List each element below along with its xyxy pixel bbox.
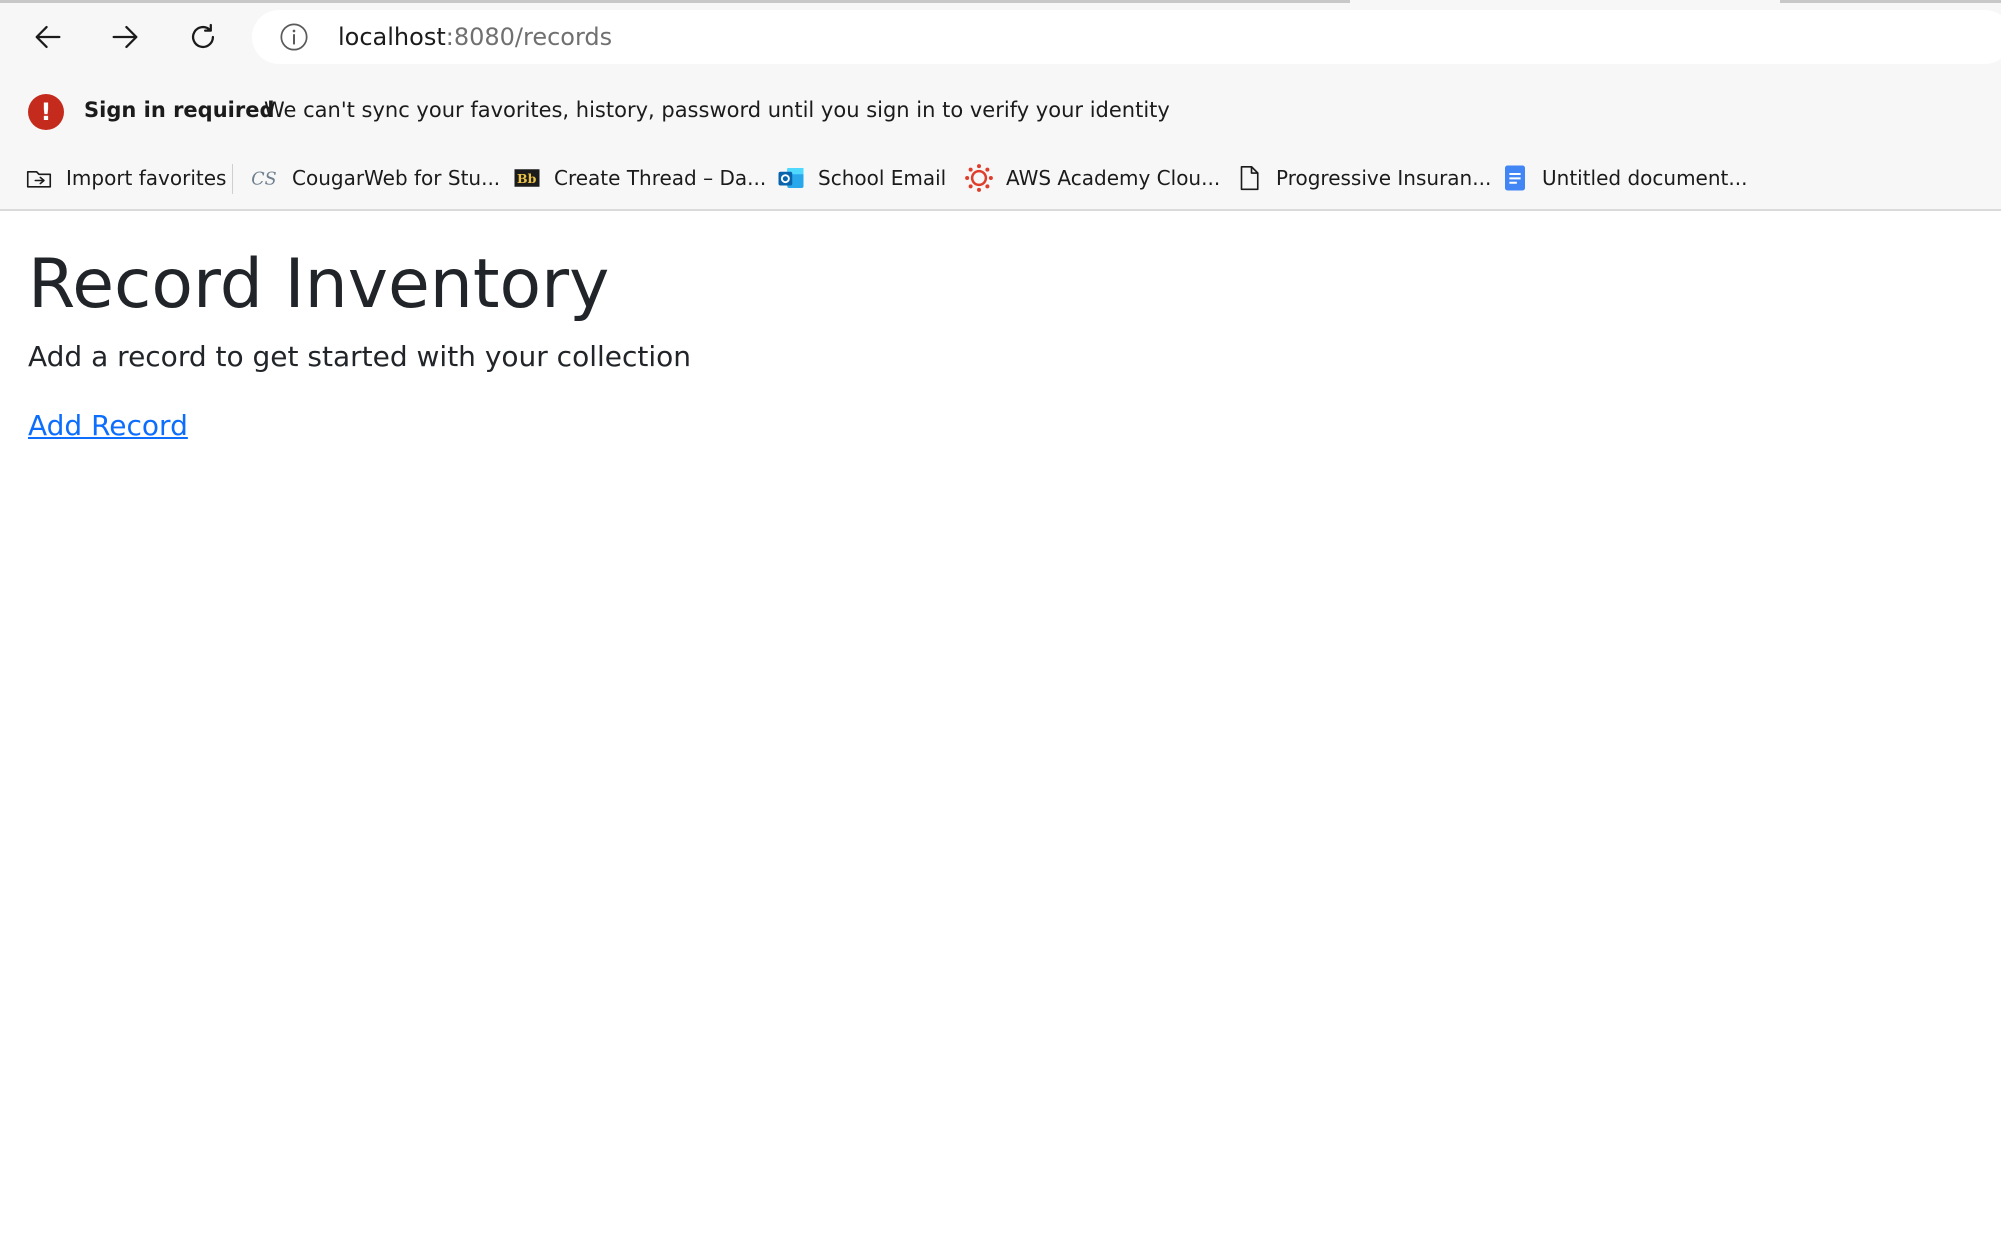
arrow-left-icon <box>35 25 61 49</box>
page-content: Record Inventory Add a record to get sta… <box>0 213 2001 1245</box>
tab-indicator <box>0 0 1350 3</box>
favorite-label: CougarWeb for Stu... <box>292 166 501 190</box>
favorites-divider <box>232 164 233 194</box>
favorite-cougarweb[interactable]: CS CougarWeb for Stu... <box>250 158 500 198</box>
page-subtitle: Add a record to get started with your co… <box>28 340 692 373</box>
infobar-title: Sign in required <box>84 98 275 122</box>
favorite-import[interactable]: Import favorites <box>24 158 226 198</box>
add-record-link[interactable]: Add Record <box>28 409 188 442</box>
page-title: Record Inventory <box>28 245 610 324</box>
import-favorites-icon <box>24 163 54 193</box>
tab-indicator <box>1780 0 2001 3</box>
error-icon: ! <box>28 94 64 130</box>
reload-button[interactable] <box>180 14 226 60</box>
url-text[interactable]: localhost:8080/records <box>338 22 612 52</box>
favorite-school-email[interactable]: School Email <box>776 158 946 198</box>
cs-logo-icon: CS <box>250 163 280 193</box>
google-docs-icon <box>1500 163 1530 193</box>
reload-icon <box>191 23 215 49</box>
sign-in-infobar: ! Sign in required We can't sync your fa… <box>0 90 2001 134</box>
canvas-icon <box>964 163 994 193</box>
favorite-label: School Email <box>818 166 947 190</box>
favorite-untitled-document[interactable]: Untitled document... <box>1500 158 1747 198</box>
favorite-label: Progressive Insuran... <box>1276 166 1492 190</box>
favorite-progressive[interactable]: Progressive Insuran... <box>1234 158 1491 198</box>
favorite-label: Import favorites <box>66 166 227 190</box>
back-button[interactable] <box>25 14 71 60</box>
url-host: localhost <box>338 23 446 51</box>
page-icon <box>1234 163 1264 193</box>
outlook-icon <box>776 163 806 193</box>
favorite-create-thread[interactable]: Bb Create Thread – Da... <box>512 158 766 198</box>
address-bar[interactable]: localhost:8080/records <box>252 10 2001 64</box>
favorites-bar: Import favorites CS CougarWeb for Stu...… <box>0 158 2001 198</box>
infobar-message: We can't sync your favorites, history, p… <box>264 98 1170 122</box>
browser-toolbar: localhost:8080/records <box>0 8 2001 64</box>
svg-text:Bb: Bb <box>517 171 537 186</box>
blackboard-icon: Bb <box>512 163 542 193</box>
arrow-right-icon <box>112 25 138 49</box>
tab-strip <box>0 0 2001 3</box>
browser-chrome: localhost:8080/records ! Sign in require… <box>0 0 2001 211</box>
svg-text:CS: CS <box>251 169 276 189</box>
favorite-label: AWS Academy Clou... <box>1006 166 1221 190</box>
favorite-label: Untitled document... <box>1542 166 1748 190</box>
url-path: :8080/records <box>445 23 613 51</box>
forward-button[interactable] <box>102 14 148 60</box>
favorite-aws-academy[interactable]: AWS Academy Clou... <box>964 158 1220 198</box>
favorite-label: Create Thread – Da... <box>554 166 767 190</box>
site-info-icon[interactable] <box>278 21 310 53</box>
